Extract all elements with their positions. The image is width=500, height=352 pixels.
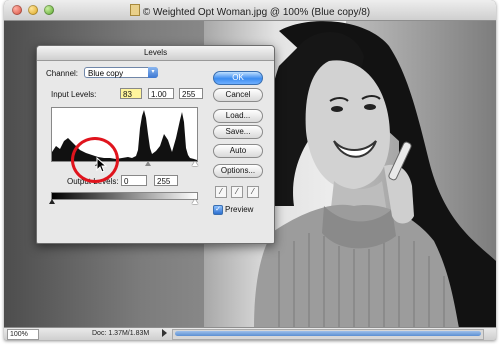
channel-select[interactable]: Blue copy ▾: [84, 67, 158, 78]
input-white-slider[interactable]: [192, 161, 198, 166]
horizontal-scrollbar[interactable]: [172, 329, 484, 340]
input-levels-label: Input Levels:: [51, 90, 97, 99]
status-menu-arrow-icon[interactable]: [162, 329, 167, 337]
auto-button[interactable]: Auto: [213, 144, 263, 158]
levels-title: Levels: [143, 48, 168, 57]
input-gamma-slider[interactable]: [145, 161, 151, 166]
gray-eyedropper-icon[interactable]: ⁄: [231, 186, 243, 198]
document-size-info: Doc: 1.37M/1.83M: [92, 330, 150, 337]
document-statusbar: 100% Doc: 1.37M/1.83M: [4, 327, 496, 340]
preview-checkbox[interactable]: ✓: [213, 205, 223, 215]
input-black-field[interactable]: 83: [120, 88, 142, 99]
channel-label: Channel:: [46, 69, 79, 78]
levels-titlebar[interactable]: Levels: [37, 46, 274, 61]
output-black-slider[interactable]: [49, 199, 55, 204]
document-titlebar: © Weighted Opt Woman.jpg @ 100% (Blue co…: [4, 0, 496, 21]
black-eyedropper-icon[interactable]: ⁄: [215, 186, 227, 198]
zoom-level-field[interactable]: 100%: [7, 329, 39, 340]
output-black-field[interactable]: 0: [121, 175, 147, 186]
output-white-slider[interactable]: [192, 199, 198, 204]
chevron-updown-icon: ▾: [148, 67, 158, 78]
checkmark-icon: ✓: [215, 206, 221, 213]
levels-dialog: Levels Channel: Blue copy ▾ Input Levels…: [36, 45, 275, 244]
channel-select-value: Blue copy: [88, 69, 124, 78]
input-gamma-field[interactable]: 1.00: [148, 88, 174, 99]
preview-label: Preview: [225, 205, 254, 214]
output-slider-track[interactable]: [49, 198, 198, 204]
options-button[interactable]: Options...: [213, 164, 263, 178]
document-title: © Weighted Opt Woman.jpg @ 100% (Blue co…: [4, 4, 496, 18]
file-icon: [129, 4, 140, 16]
document-title-text: © Weighted Opt Woman.jpg @ 100% (Blue co…: [142, 7, 371, 18]
load-button[interactable]: Load...: [213, 109, 263, 123]
annotation-circle: [71, 137, 119, 183]
save-button[interactable]: Save...: [213, 125, 263, 139]
arrow-cursor-icon: [96, 157, 108, 173]
output-white-field[interactable]: 255: [154, 175, 178, 186]
white-eyedropper-icon[interactable]: ⁄: [247, 186, 259, 198]
scrollbar-thumb[interactable]: [175, 331, 481, 336]
input-white-field[interactable]: 255: [179, 88, 203, 99]
cancel-button[interactable]: Cancel: [213, 88, 263, 102]
ok-button[interactable]: OK: [213, 71, 263, 85]
